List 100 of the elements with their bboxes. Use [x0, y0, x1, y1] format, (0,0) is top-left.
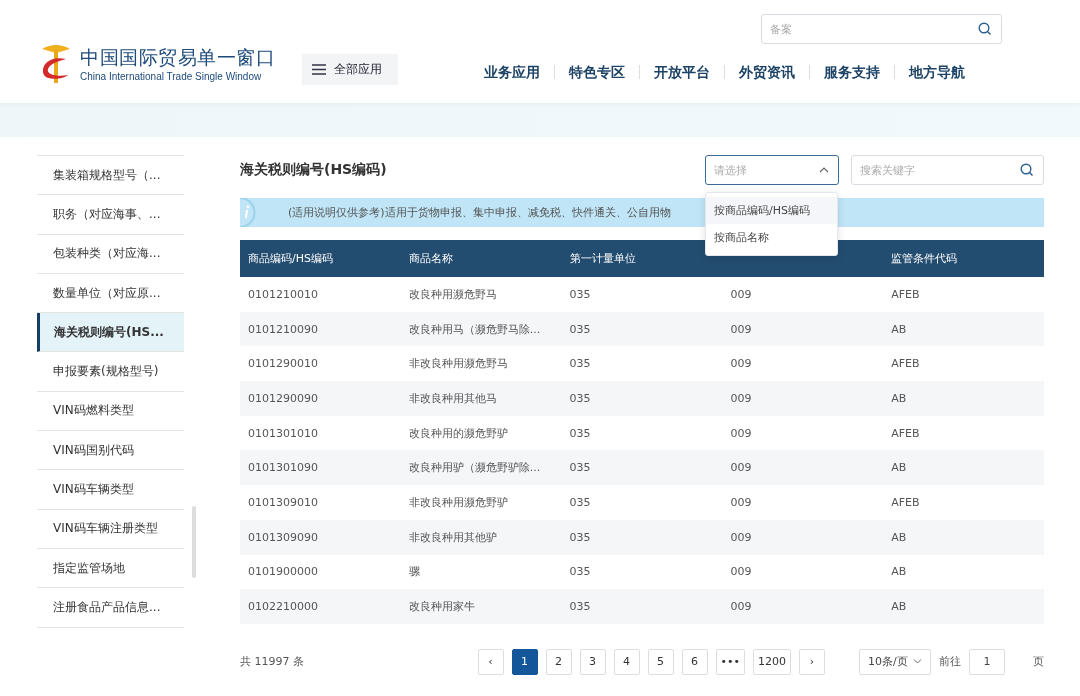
table-cell-text: 035 [568, 287, 592, 301]
page-button[interactable]: 2 [545, 648, 572, 675]
table-cell-text: AFEB [890, 357, 921, 371]
table-cell-text: 非改良种用其他驴 [407, 529, 498, 545]
table-cell-text: AB [890, 391, 908, 405]
nav-link[interactable]: 特色专区 [554, 65, 639, 79]
prev-page-button[interactable]: ‹ [477, 648, 504, 675]
page-title: 海关税则编号(HS编码) [240, 161, 388, 179]
table-cell-text: 035 [568, 600, 592, 614]
site-subtitle: China International Trade Single Window [80, 70, 263, 82]
sidebar-item[interactable]: 申报要素(规格型号) [37, 352, 184, 392]
table-cell-text: 035 [568, 391, 592, 405]
table-cell-text: 0101290090 [247, 391, 319, 405]
table-cell-text: 改良种用的濒危野驴 [407, 425, 509, 441]
menu-icon [312, 64, 326, 75]
table-cell-text: 改良种用濒危野马 [407, 286, 498, 302]
table-cell-text: AB [890, 461, 908, 475]
table-cell-text: 0101301010 [247, 426, 319, 440]
sidebar-item[interactable]: 指定监管场地 [37, 548, 184, 589]
table-cell-text: 009 [729, 565, 753, 579]
table-cell-text: 009 [729, 530, 753, 544]
table-cell-text: 035 [568, 565, 592, 579]
table-cell-text: 009 [729, 391, 753, 405]
table-cell-text: AB [890, 565, 908, 579]
table-cell-text: 0101210010 [247, 287, 319, 301]
sidebar-item[interactable]: VIN码燃料类型 [37, 391, 184, 432]
table-cell-text: 035 [568, 322, 592, 336]
table-cell-text: 009 [729, 322, 753, 336]
page-button[interactable]: 5 [647, 648, 674, 675]
table-cell-text: 0101309090 [247, 530, 319, 544]
page-size-select[interactable]: 10条/页 [859, 648, 931, 675]
goto-page-field[interactable]: 1 [969, 648, 1005, 675]
notice-text: (适用说明仅供参考)适用于货物申报、集中申报、减免税、快件通关、公自用物 [288, 205, 671, 220]
table-cell-text: 非改良种用濒危野马 [407, 356, 509, 372]
sidebar-item[interactable]: 包装种类（对应海... [37, 234, 184, 274]
next-page-button[interactable]: › [799, 648, 825, 675]
table-cell-text: 非改良种用其他马 [407, 390, 498, 406]
nav-link[interactable]: 开放平台 [639, 65, 724, 79]
table-cell-text: 009 [729, 495, 753, 509]
search-icon[interactable] [978, 22, 992, 36]
table-cell-text: AFEB [890, 426, 921, 440]
search-type-select[interactable]: 请选择 [705, 155, 839, 185]
table-cell-text: 骡 [407, 564, 421, 580]
page-button[interactable]: 1200 [753, 648, 791, 675]
table-cell-text: 0102210000 [247, 600, 319, 614]
column-header: 第一计量单位 [568, 251, 637, 266]
total-count: 共 11997 条 [240, 654, 305, 670]
chevron-icon [913, 659, 922, 665]
site-title: 中国国际贸易单一窗口 [80, 44, 275, 70]
table-cell-text: AB [890, 530, 908, 544]
column-header: 商品编码/HS编码 [247, 251, 334, 266]
table-cell-text: 0101301090 [247, 461, 319, 475]
table-cell-text: 035 [568, 495, 592, 509]
keyword-search-field[interactable]: 搜索关键字 [851, 155, 1044, 185]
table-cell-text: AFEB [890, 287, 921, 301]
table-cell-text: 0101309010 [247, 495, 319, 509]
table-cell-text: 改良种用驴（濒危野驴除... [407, 460, 542, 476]
table-cell-text: 009 [729, 426, 753, 440]
nav-link[interactable]: 外贸资讯 [724, 65, 809, 79]
table-cell-text: 035 [568, 530, 592, 544]
chevron-icon [819, 167, 829, 173]
nav-link[interactable]: 服务支持 [809, 65, 894, 79]
table-cell-text: 非改良种用濒危野驴 [407, 494, 509, 510]
goto-label: 前往 [939, 654, 961, 670]
table-cell-text: 035 [568, 357, 592, 371]
table-cell-text: AB [890, 322, 908, 336]
table-cell-text: 009 [729, 287, 753, 301]
sidebar-item[interactable]: 集装箱规格型号（... [37, 156, 184, 196]
table-cell-text: 0101290010 [247, 357, 319, 371]
sidebar-item[interactable]: 注册食品产品信息... [37, 588, 184, 628]
sidebar-item[interactable]: VIN码国别代码 [37, 431, 184, 471]
table-cell-text: 035 [568, 461, 592, 475]
sidebar-item[interactable]: 职务（对应海事、... [37, 195, 184, 235]
sidebar-item[interactable]: 海关税则编号(HS... [37, 313, 184, 353]
site-search-field[interactable]: 备案 [761, 14, 1002, 44]
all-apps-button[interactable]: 全部应用 [302, 54, 398, 85]
dropdown-option[interactable]: 按商品编码/HS编码 [706, 197, 837, 224]
table-cell-text: 009 [729, 600, 753, 614]
table-cell-text: 009 [729, 357, 753, 371]
page-button[interactable]: 6 [681, 648, 708, 675]
search-icon[interactable] [1020, 163, 1034, 177]
table-cell-text: AFEB [890, 495, 921, 509]
table-cell-text: 035 [568, 426, 592, 440]
page-unit-label: 页 [1033, 654, 1044, 670]
table-cell-text: 009 [729, 461, 753, 475]
nav-link[interactable]: 业务应用 [470, 65, 554, 79]
column-header: 商品名称 [407, 251, 454, 266]
page-button[interactable]: 4 [613, 648, 640, 675]
scrollbar-thumb[interactable] [192, 506, 196, 578]
table-cell-text: AB [890, 600, 908, 614]
page-button[interactable]: 1 [511, 648, 538, 675]
table-cell-text: 改良种用马（濒危野马除... [407, 321, 542, 337]
sidebar-item[interactable]: VIN码车辆注册类型 [37, 509, 184, 549]
dropdown-option[interactable]: 按商品名称 [706, 224, 837, 251]
page-button[interactable]: 3 [579, 648, 606, 675]
column-header: 监管条件代码 [890, 251, 959, 266]
page-button[interactable]: ••• [715, 648, 745, 675]
table-cell-text: 0101210090 [247, 322, 319, 336]
sidebar-item[interactable]: VIN码车辆类型 [37, 470, 184, 510]
nav-link[interactable]: 地方导航 [894, 65, 979, 79]
